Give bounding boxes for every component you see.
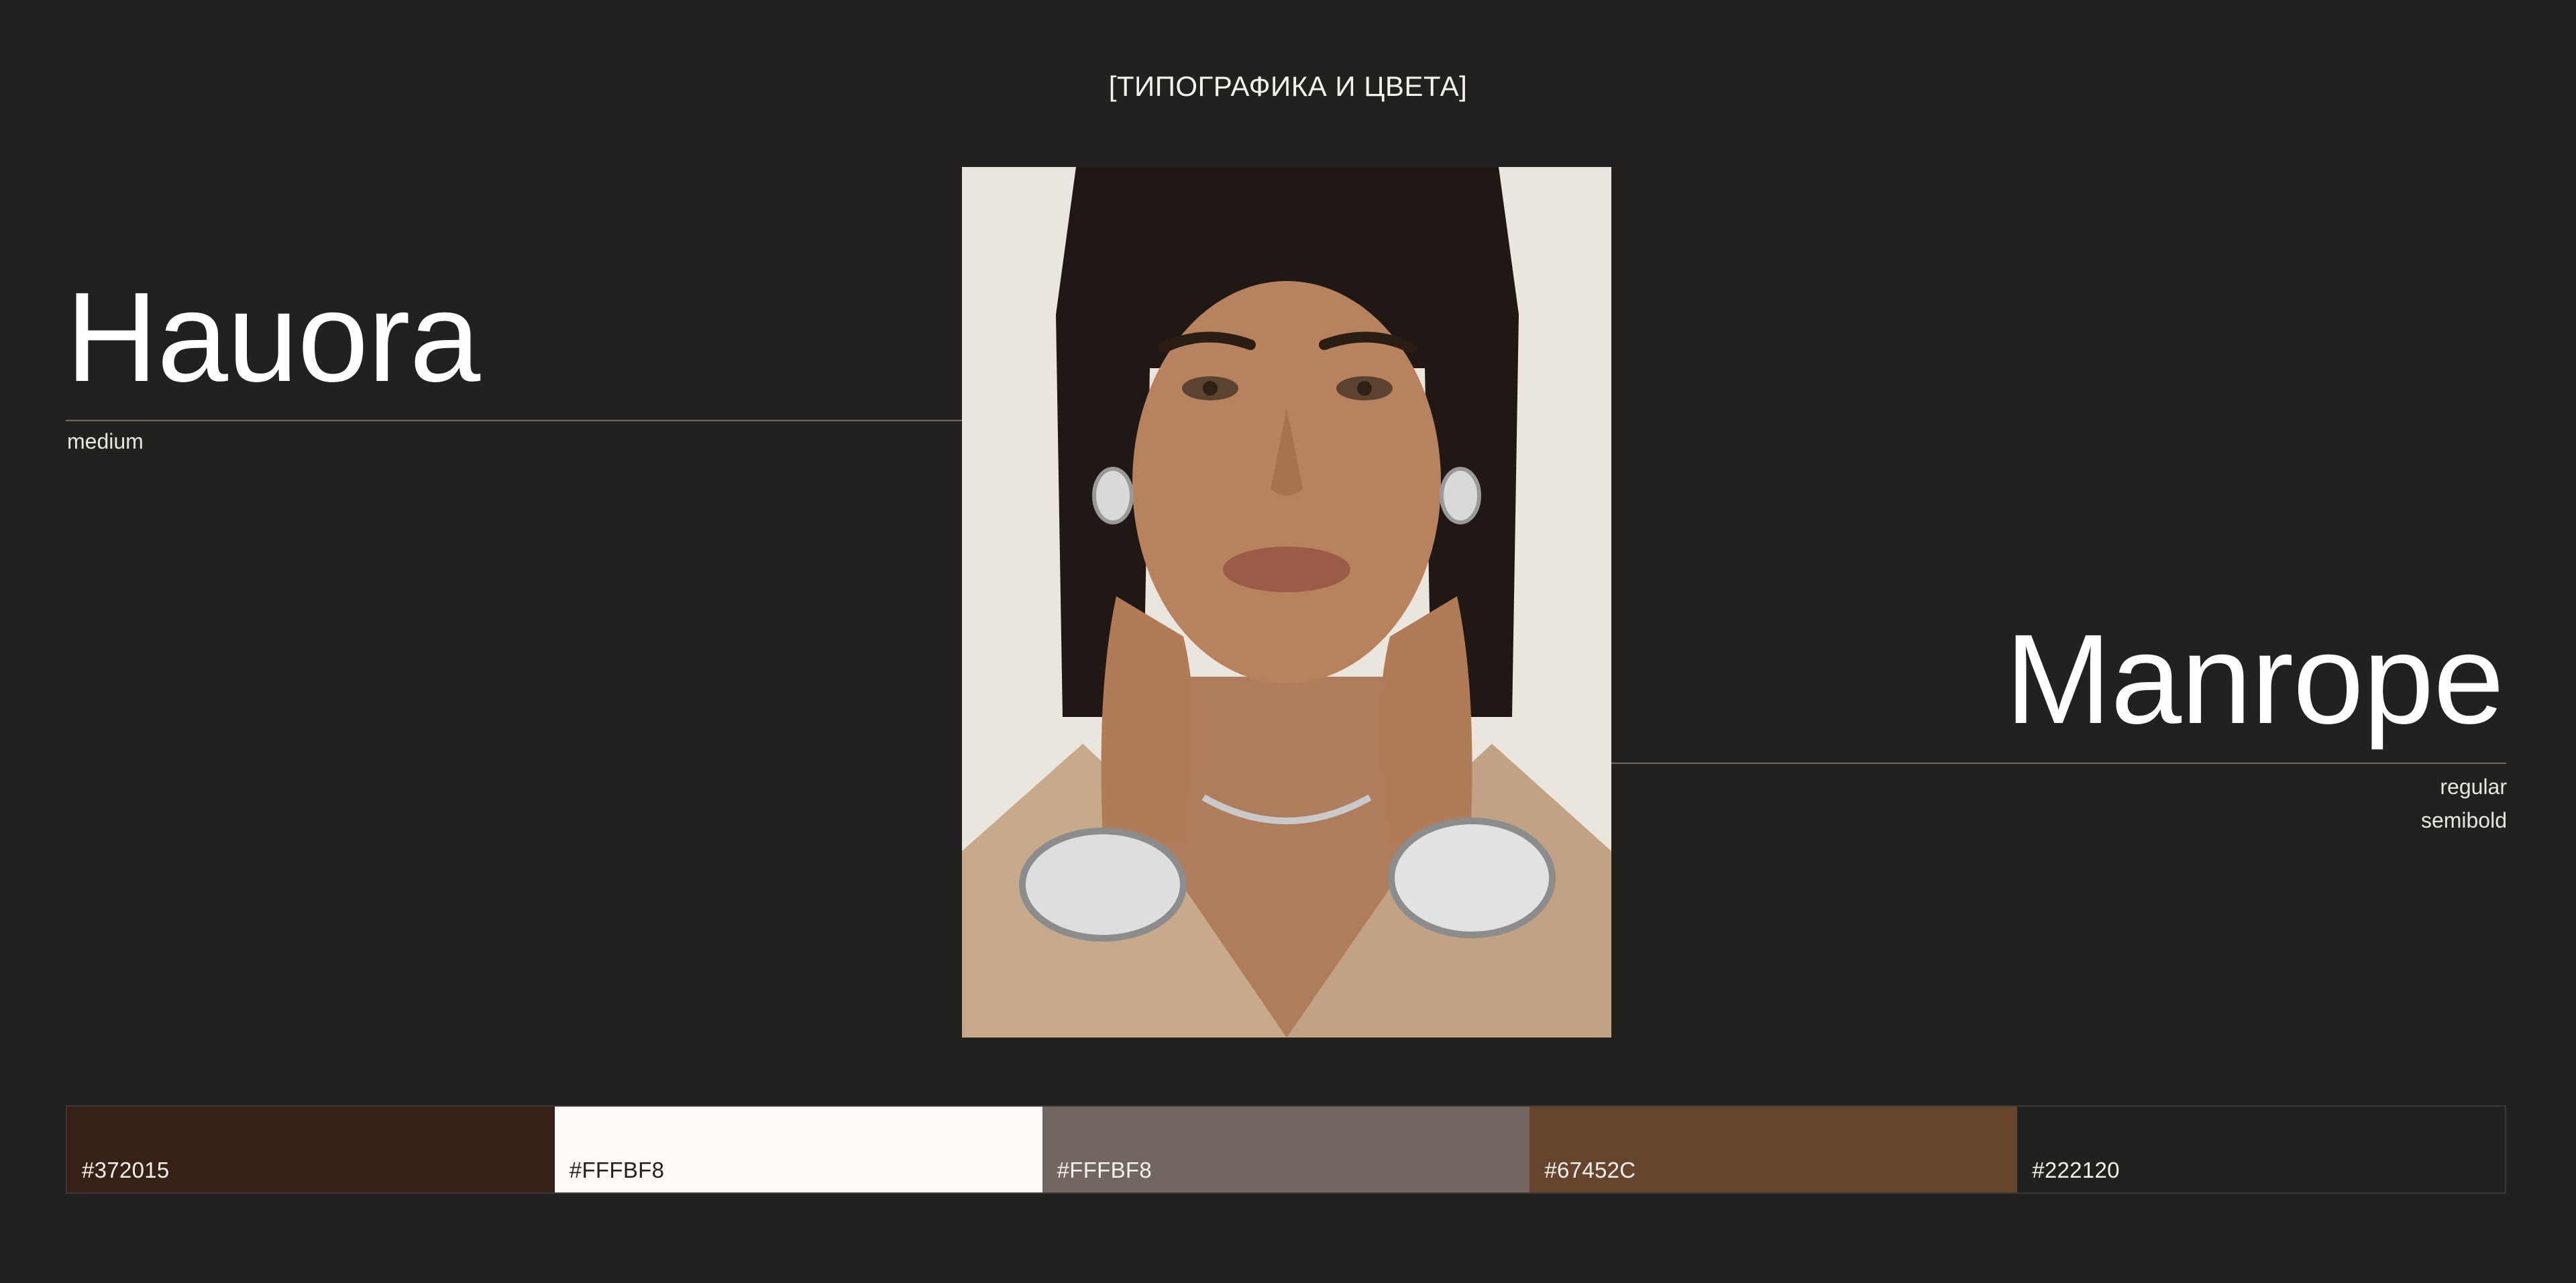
primary-font-divider (66, 420, 962, 421)
section-title: [ТИПОГРАФИКА И ЦВЕТА] (1108, 70, 1468, 102)
swatch-5-code: #222120 (2032, 1158, 2120, 1182)
swatch-4-code: #67452C (1544, 1158, 1636, 1182)
secondary-font-weights: regular semibold (2421, 770, 2507, 837)
swatch-2: #FFFBF8 (554, 1107, 1042, 1192)
secondary-font-name: Manrope (2005, 608, 2504, 750)
swatch-1: #372015 (67, 1107, 555, 1192)
swatch-4: #67452C (1529, 1107, 2018, 1192)
color-palette: #372015 #FFFBF8 #FFFBF8 #67452C #222120 (66, 1105, 2506, 1194)
primary-font-name: Hauora (66, 266, 480, 408)
secondary-font-weight-regular: regular (2440, 775, 2507, 799)
swatch-3: #FFFBF8 (1042, 1107, 1530, 1192)
swatch-2-code: #FFFBF8 (569, 1158, 665, 1182)
portrait-photo (962, 167, 1611, 1038)
secondary-font-divider (1611, 763, 2506, 764)
secondary-font-weight-semibold: semibold (2420, 808, 2507, 832)
swatch-5: #222120 (2017, 1107, 2505, 1192)
portrait-photo-illustration (962, 167, 1611, 1038)
swatch-1-code: #372015 (82, 1158, 170, 1182)
primary-font-weight: medium (67, 429, 144, 453)
swatch-3-code: #FFFBF8 (1057, 1158, 1152, 1182)
